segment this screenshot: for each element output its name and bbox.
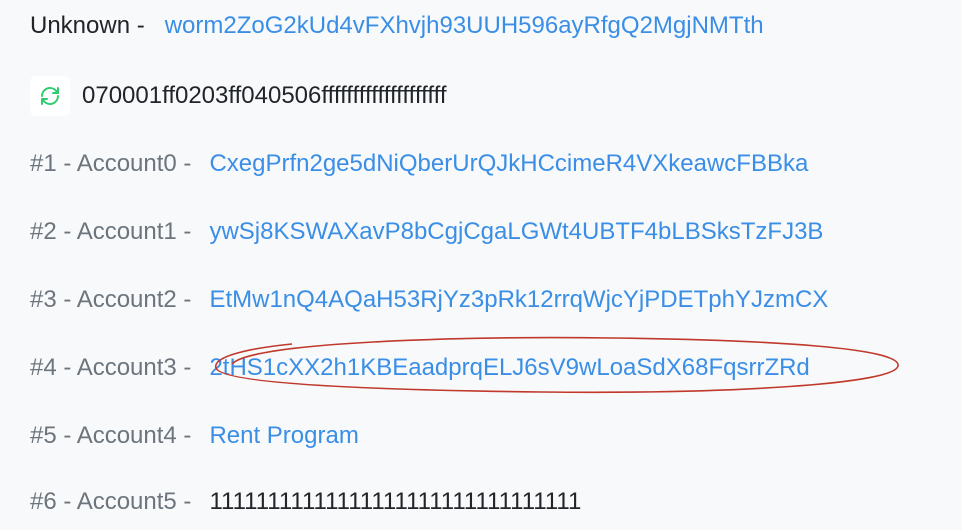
account-row-1: #1 - Account0 - CxegPrfn2ge5dNiQberUrQJk… xyxy=(30,146,808,182)
account-label: #4 - Account3 - xyxy=(30,354,192,381)
account-row-4: #4 - Account3 - 2tHS1cXX2h1KBEaadprqELJ6… xyxy=(30,350,810,386)
account-address-link[interactable]: EtMw1nQ4AQaH53RjYz3pRk12rrqWjcYjPDETphYJ… xyxy=(209,286,828,314)
account-address-link[interactable]: CxegPrfn2ge5dNiQberUrQJkHCcimeR4VXkeawcF… xyxy=(209,150,808,178)
account-label: #5 - Account4 - xyxy=(30,422,192,449)
account-row-6: #6 - Account5 - 111111111111111111111111… xyxy=(30,484,581,520)
program-address-link[interactable]: worm2ZoG2kUd4vFXhvjh93UUH596ayRfgQ2MgjNM… xyxy=(165,12,764,40)
refresh-icon xyxy=(41,87,59,105)
account-address-link[interactable]: 2tHS1cXX2h1KBEaadprqELJ6sV9wLoaSdX68Fqsr… xyxy=(209,354,809,382)
account-row-5: #5 - Account4 - Rent Program xyxy=(30,418,359,454)
account-address-value: 11111111111111111111111111111111 xyxy=(209,488,582,515)
account-label: #1 - Account0 - xyxy=(30,150,192,177)
instruction-data-value: 070001ff0203ff040506ffffffffffffffffffff xyxy=(82,82,447,109)
account-address-link[interactable]: ywSj8KSWAXavP8bCgjCgaLGWt4UBTF4bLBSksTzF… xyxy=(209,218,823,246)
account-label: #3 - Account2 - xyxy=(30,286,192,313)
refresh-button[interactable] xyxy=(30,76,70,116)
account-label: #6 - Account5 - xyxy=(30,488,192,515)
account-address-link[interactable]: Rent Program xyxy=(209,422,358,450)
program-label: Unknown - xyxy=(30,12,145,39)
instruction-accounts-panel: Unknown - worm2ZoG2kUd4vFXhvjh93UUH596ay… xyxy=(0,0,962,530)
account-label: #2 - Account1 - xyxy=(30,218,192,245)
program-row: Unknown - worm2ZoG2kUd4vFXhvjh93UUH596ay… xyxy=(30,8,764,44)
instruction-data-row: 070001ff0203ff040506ffffffffffffffffffff xyxy=(30,76,447,116)
account-row-2: #2 - Account1 - ywSj8KSWAXavP8bCgjCgaLGW… xyxy=(30,214,823,250)
account-row-3: #3 - Account2 - EtMw1nQ4AQaH53RjYz3pRk12… xyxy=(30,282,828,318)
